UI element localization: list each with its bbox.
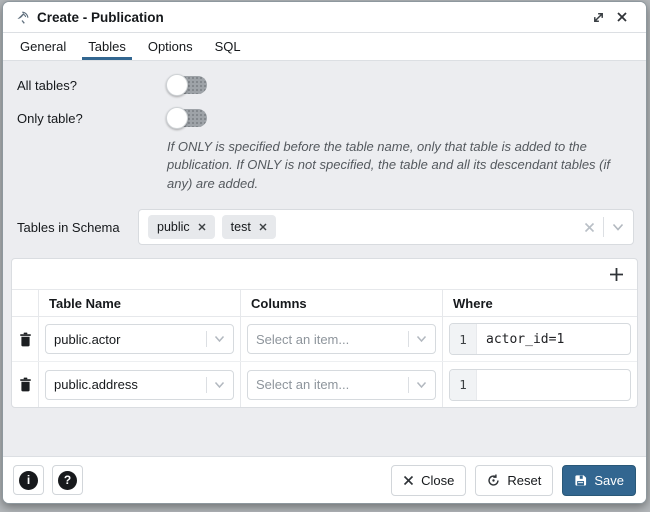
where-cell: 1 actor_id=1 (442, 317, 637, 361)
chevron-down-icon (214, 335, 225, 343)
publication-icon (15, 10, 30, 25)
info-icon: i (19, 471, 38, 490)
all-tables-toggle[interactable] (167, 76, 207, 94)
table-row: public.address Select an item... (12, 362, 637, 407)
tables-in-schema-select[interactable]: public test (138, 209, 634, 245)
only-table-row: Only table? (17, 109, 634, 127)
tab-tables[interactable]: Tables (77, 33, 137, 60)
save-button-label: Save (594, 473, 624, 488)
only-table-help-text: If ONLY is specified before the table na… (167, 138, 626, 193)
only-table-label: Only table? (17, 111, 167, 126)
schema-chip: public (148, 215, 215, 239)
columns-cell: Select an item... (240, 317, 442, 361)
column-header-where: Where (442, 290, 637, 316)
add-icon[interactable] (609, 267, 624, 282)
chevron-down-icon (416, 381, 427, 389)
columns-cell: Select an item... (240, 362, 442, 407)
dialog-title: Create - Publication (37, 10, 586, 25)
reset-button[interactable]: Reset (475, 465, 553, 496)
clear-icon[interactable] (584, 222, 595, 233)
schema-chip: test (222, 215, 276, 239)
chevron-down-icon[interactable] (612, 223, 624, 232)
resize-icon[interactable] (586, 6, 610, 28)
toggle-knob (166, 74, 188, 96)
where-expression: actor_id=1 (477, 324, 630, 354)
trash-icon[interactable] (12, 362, 38, 407)
table-name-value: public.actor (54, 332, 206, 347)
help-button[interactable]: ? (52, 465, 83, 495)
table-row: public.actor Select an item... (12, 317, 637, 362)
selected-schemas: public test (148, 215, 584, 239)
multiselect-controls (584, 217, 624, 237)
table-name-cell: public.actor (38, 317, 240, 361)
toggle-knob (166, 107, 188, 129)
table-name-select[interactable]: public.actor (45, 324, 234, 354)
all-tables-row: All tables? (17, 76, 634, 94)
tab-options[interactable]: Options (137, 33, 204, 60)
chip-label: test (231, 220, 251, 234)
line-number: 1 (450, 370, 477, 400)
line-number: 1 (450, 324, 477, 354)
columns-select[interactable]: Select an item... (247, 324, 436, 354)
remove-chip-icon[interactable] (198, 223, 206, 231)
close-button[interactable]: Close (391, 465, 466, 496)
divider (408, 377, 409, 393)
reset-button-label: Reset (507, 473, 541, 488)
close-icon[interactable] (610, 6, 634, 28)
grid-header-row: Table Name Columns Where (12, 290, 637, 317)
tab-sql[interactable]: SQL (204, 33, 252, 60)
grid-header-gutter (12, 290, 38, 316)
tab-bar: General Tables Options SQL (3, 33, 646, 61)
table-name-cell: public.address (38, 362, 240, 407)
chevron-down-icon (214, 381, 225, 389)
info-button[interactable]: i (13, 465, 44, 495)
all-tables-label: All tables? (17, 78, 167, 93)
only-table-toggle[interactable] (167, 109, 207, 127)
reset-icon (487, 474, 500, 487)
where-expression (477, 370, 630, 400)
tables-in-schema-label: Tables in Schema (17, 220, 138, 235)
create-publication-dialog: Create - Publication General Tables Opti… (2, 1, 647, 504)
where-cell: 1 (442, 362, 637, 407)
column-header-table-name: Table Name (38, 290, 240, 316)
where-editor[interactable]: 1 (449, 369, 631, 401)
save-button[interactable]: Save (562, 465, 636, 496)
chevron-down-icon (416, 335, 427, 343)
save-icon (574, 474, 587, 487)
close-button-label: Close (421, 473, 454, 488)
columns-select[interactable]: Select an item... (247, 370, 436, 400)
tables-tab-panel: All tables? Only table? If ONLY is speci… (3, 61, 646, 456)
table-name-value: public.address (54, 377, 206, 392)
tables-grid: Table Name Columns Where p (11, 258, 638, 408)
titlebar: Create - Publication (3, 2, 646, 33)
tables-in-schema-row: Tables in Schema public test (17, 209, 634, 245)
column-header-columns: Columns (240, 290, 442, 316)
divider (408, 331, 409, 347)
divider (603, 217, 604, 237)
table-name-select[interactable]: public.address (45, 370, 234, 400)
tab-general[interactable]: General (9, 33, 77, 60)
dialog-footer: i ? Close Reset (3, 456, 646, 503)
where-editor[interactable]: 1 actor_id=1 (449, 323, 631, 355)
help-icon: ? (58, 471, 77, 490)
columns-placeholder: Select an item... (256, 377, 408, 392)
divider (206, 377, 207, 393)
columns-placeholder: Select an item... (256, 332, 408, 347)
chip-label: public (157, 220, 190, 234)
grid-toolbar (12, 259, 637, 290)
close-x-icon (403, 475, 414, 486)
trash-icon[interactable] (12, 317, 38, 361)
remove-chip-icon[interactable] (259, 223, 267, 231)
divider (206, 331, 207, 347)
